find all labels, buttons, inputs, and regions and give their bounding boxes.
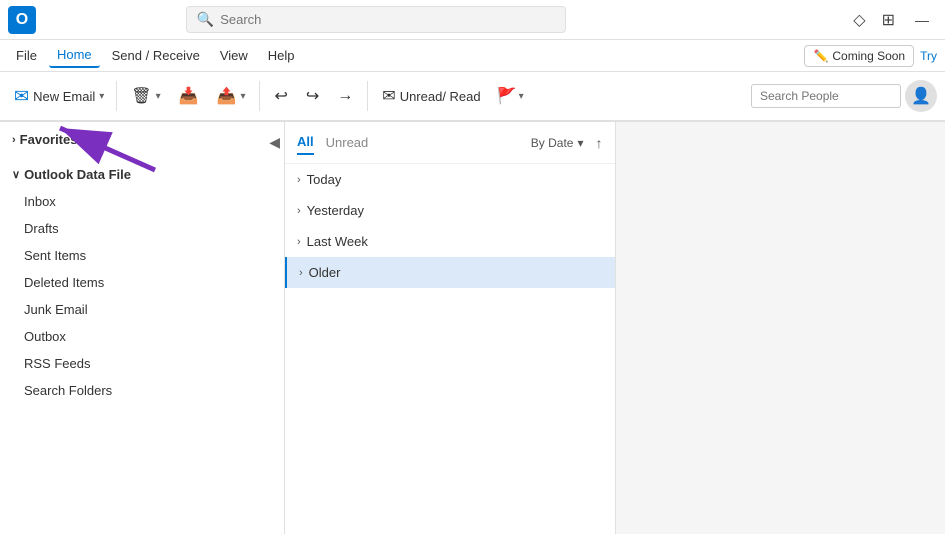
undo-button[interactable]: ↩ xyxy=(266,82,295,110)
data-file-chevron: ∨ xyxy=(12,168,20,181)
separator-3 xyxy=(367,81,368,111)
sidebar-collapse-button[interactable]: ◀ xyxy=(265,130,284,155)
new-email-button[interactable]: ✉ New Email ▾ xyxy=(8,82,110,111)
tab-unread[interactable]: Unread xyxy=(326,131,369,154)
right-panel xyxy=(616,122,945,534)
sidebar-item-deleted[interactable]: Deleted Items xyxy=(0,269,284,296)
flag-dropdown-arrow[interactable]: ▾ xyxy=(519,91,524,102)
search-input[interactable] xyxy=(220,12,555,27)
email-list-toolbar: All Unread By Date ▾ ↑ xyxy=(285,122,615,164)
avatar-button[interactable]: 👤 xyxy=(905,80,937,112)
delete-dropdown-arrow[interactable]: ▾ xyxy=(156,91,161,102)
move-icon: 📤 xyxy=(217,86,237,106)
menu-bar-right: ✏️ Coming Soon Try xyxy=(804,45,937,67)
search-icon: 🔍 xyxy=(197,11,214,28)
favorites-section: › Favorites xyxy=(0,122,284,157)
delete-icon: 🗑 xyxy=(131,86,151,106)
ribbon-right: 👤 xyxy=(751,80,937,112)
email-group-yesterday[interactable]: › Yesterday xyxy=(285,195,615,226)
minimize-button[interactable]: — xyxy=(907,8,937,32)
main-layout: ◀ › Favorites ∨ Outlook Data File Inbox … xyxy=(0,122,945,534)
archive-button[interactable]: 📥 xyxy=(171,82,207,110)
tab-all[interactable]: All xyxy=(297,130,314,155)
move-button[interactable]: 📤 ▾ xyxy=(209,82,254,110)
separator-1 xyxy=(116,81,117,111)
sidebar-item-search-folders[interactable]: Search Folders xyxy=(0,377,284,404)
archive-icon: 📥 xyxy=(179,86,199,106)
search-people-input[interactable] xyxy=(751,84,901,108)
email-group-older[interactable]: › Older xyxy=(285,257,615,288)
email-group-today[interactable]: › Today xyxy=(285,164,615,195)
diamond-icon[interactable]: ◇ xyxy=(849,6,869,34)
flag-button[interactable]: 🚩 ▾ xyxy=(491,82,530,110)
coming-soon-button[interactable]: ✏️ Coming Soon xyxy=(804,45,914,67)
title-search-box[interactable]: 🔍 xyxy=(186,6,566,33)
sort-order-button[interactable]: ↑ xyxy=(596,135,603,151)
menu-bar: File Home Send / Receive View Help ✏️ Co… xyxy=(0,40,945,72)
sidebar-item-outbox[interactable]: Outbox xyxy=(0,323,284,350)
redo-button[interactable]: ↪ xyxy=(298,82,327,110)
favorites-header[interactable]: › Favorites xyxy=(0,126,284,153)
sidebar-item-inbox[interactable]: Inbox xyxy=(0,188,284,215)
wand-icon: ✏️ xyxy=(813,49,828,63)
outlook-data-file-header[interactable]: ∨ Outlook Data File xyxy=(0,161,284,188)
sidebar-item-sent[interactable]: Sent Items xyxy=(0,242,284,269)
title-bar: O 🔍 ◇ ⊞ — xyxy=(0,0,945,40)
undo-icon: ↩ xyxy=(274,86,287,106)
flag-icon: 🚩 xyxy=(497,86,517,106)
new-email-dropdown-arrow[interactable]: ▾ xyxy=(99,91,104,102)
sidebar-item-rss[interactable]: RSS Feeds xyxy=(0,350,284,377)
person-icon: 👤 xyxy=(911,86,931,106)
sidebar-item-drafts[interactable]: Drafts xyxy=(0,215,284,242)
sort-dropdown-arrow[interactable]: ▾ xyxy=(577,136,583,150)
app-logo: O xyxy=(8,6,36,34)
separator-2 xyxy=(259,81,260,111)
sidebar-item-junk[interactable]: Junk Email xyxy=(0,296,284,323)
email-list: All Unread By Date ▾ ↑ › Today › Yesterd… xyxy=(285,122,616,534)
favorites-chevron: › xyxy=(12,134,16,146)
today-chevron: › xyxy=(297,174,301,186)
forward-button[interactable]: → xyxy=(329,83,361,109)
sort-button[interactable]: By Date ▾ xyxy=(531,136,584,150)
title-bar-controls: ◇ ⊞ — xyxy=(849,6,937,34)
email-group-last-week[interactable]: › Last Week xyxy=(285,226,615,257)
menu-view[interactable]: View xyxy=(212,44,256,67)
older-chevron: › xyxy=(299,267,303,279)
redo-icon: ↪ xyxy=(306,86,319,106)
new-email-icon: ✉ xyxy=(14,86,29,107)
move-dropdown-arrow[interactable]: ▾ xyxy=(240,91,245,102)
menu-file[interactable]: File xyxy=(8,44,45,67)
sidebar: ◀ › Favorites ∨ Outlook Data File Inbox … xyxy=(0,122,285,534)
try-button[interactable]: Try xyxy=(920,49,937,63)
qr-icon[interactable]: ⊞ xyxy=(878,6,899,34)
envelope-icon: ✉ xyxy=(382,86,395,106)
last-week-chevron: › xyxy=(297,236,301,248)
forward-icon: → xyxy=(337,87,353,105)
unread-read-button[interactable]: ✉ Unread/ Read xyxy=(374,82,488,110)
delete-button[interactable]: 🗑 ▾ xyxy=(123,82,168,110)
yesterday-chevron: › xyxy=(297,205,301,217)
menu-help[interactable]: Help xyxy=(260,44,303,67)
outlook-data-file-section: ∨ Outlook Data File Inbox Drafts Sent It… xyxy=(0,157,284,408)
menu-home[interactable]: Home xyxy=(49,43,100,68)
ribbon-toolbar: ✉ New Email ▾ 🗑 ▾ 📥 📤 ▾ ↩ ↪ → ✉ Unread/ … xyxy=(0,72,945,122)
menu-send-receive[interactable]: Send / Receive xyxy=(104,44,208,67)
